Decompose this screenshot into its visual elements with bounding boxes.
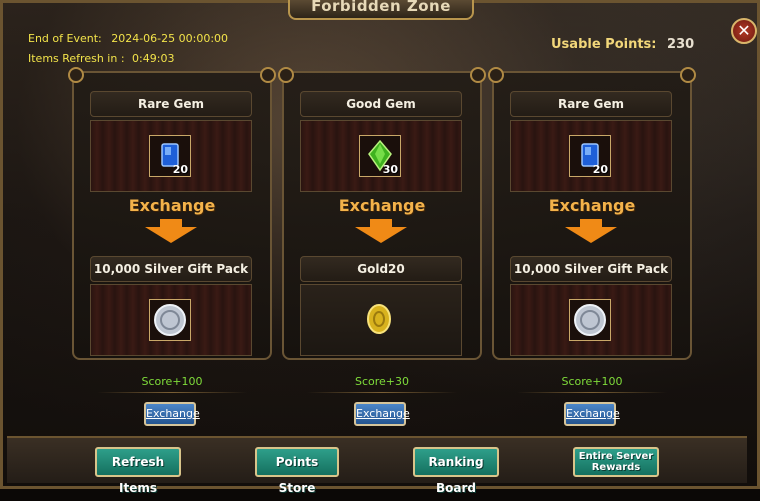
give-item-qty: 20 bbox=[592, 163, 608, 176]
gold-coin-icon bbox=[367, 304, 391, 334]
arrow-stem bbox=[370, 219, 392, 227]
refresh-label: Items Refresh in : bbox=[28, 52, 125, 65]
get-item-slot bbox=[510, 284, 672, 356]
divider bbox=[307, 392, 457, 393]
give-item-frame[interactable]: 30 bbox=[359, 135, 401, 177]
arrow-stem bbox=[580, 219, 602, 227]
give-item-qty: 20 bbox=[172, 163, 188, 176]
refresh-info: Items Refresh in : 0:49:03 bbox=[28, 52, 174, 65]
give-item-qty: 30 bbox=[382, 163, 398, 176]
down-arrow-icon bbox=[145, 227, 197, 243]
get-item-name: 10,000 Silver Gift Pack bbox=[90, 256, 252, 282]
arrow-stem bbox=[160, 219, 182, 227]
points-store-button[interactable]: Points Store bbox=[255, 447, 339, 495]
divider bbox=[97, 392, 247, 393]
silver-coin-icon bbox=[574, 304, 606, 336]
give-item-name: Good Gem bbox=[300, 91, 462, 117]
usable-points-label: Usable Points: bbox=[551, 37, 657, 52]
score-reward-2: Score+30 bbox=[354, 375, 410, 388]
rewards-line-1: Entire Server bbox=[578, 451, 654, 462]
close-button[interactable]: ✕ bbox=[731, 18, 757, 44]
exchange-button-2[interactable]: Exchange bbox=[354, 402, 410, 426]
usable-points-value: 230 bbox=[667, 37, 695, 52]
get-item-name: Gold20 bbox=[300, 256, 462, 282]
rewards-line-2: Rewards bbox=[591, 462, 641, 473]
exchange-card-3: Rare Gem 20 Exchange 10,000 Silver Gift … bbox=[488, 67, 696, 360]
give-item-slot: 20 bbox=[90, 120, 252, 192]
event-end-value: 2024-06-25 00:00:00 bbox=[111, 32, 229, 45]
give-item-slot: 30 bbox=[300, 120, 462, 192]
exchange-button-3[interactable]: Exchange bbox=[564, 402, 620, 426]
get-item-frame[interactable] bbox=[359, 299, 401, 341]
divider bbox=[517, 392, 667, 393]
give-item-frame[interactable]: 20 bbox=[149, 135, 191, 177]
score-reward-3: Score+100 bbox=[561, 375, 623, 388]
get-item-frame[interactable] bbox=[569, 299, 611, 341]
exchange-card-1: Rare Gem 20 Exchange 10,000 Silver Gift … bbox=[68, 67, 276, 360]
get-item-slot bbox=[90, 284, 252, 356]
silver-coin-icon bbox=[154, 304, 186, 336]
down-arrow-icon bbox=[355, 227, 407, 243]
give-item-slot: 20 bbox=[510, 120, 672, 192]
score-reward-1: Score+100 bbox=[141, 375, 203, 388]
down-arrow-icon bbox=[565, 227, 617, 243]
usable-points: Usable Points: 230 bbox=[551, 37, 694, 52]
give-item-name: Rare Gem bbox=[510, 91, 672, 117]
close-icon: ✕ bbox=[737, 21, 751, 40]
window-title-tab: Forbidden Zone bbox=[288, 0, 474, 20]
get-item-frame[interactable] bbox=[149, 299, 191, 341]
entire-server-rewards-button[interactable]: Entire Server Rewards bbox=[573, 447, 659, 477]
give-item-name: Rare Gem bbox=[90, 91, 252, 117]
ranking-board-button[interactable]: Ranking Board bbox=[413, 447, 499, 495]
refresh-countdown: 0:49:03 bbox=[132, 52, 175, 65]
get-item-slot bbox=[300, 284, 462, 356]
give-item-frame[interactable]: 20 bbox=[569, 135, 611, 177]
exchange-label: Exchange bbox=[548, 196, 636, 215]
window-title: Forbidden Zone bbox=[311, 0, 451, 15]
event-end-label: End of Event: bbox=[28, 32, 102, 45]
exchange-label: Exchange bbox=[338, 196, 426, 215]
refresh-items-button[interactable]: Refresh Items bbox=[95, 447, 181, 495]
exchange-button-1[interactable]: Exchange bbox=[144, 402, 200, 426]
event-end-info: End of Event: 2024-06-25 00:00:00 bbox=[28, 32, 228, 45]
get-item-name: 10,000 Silver Gift Pack bbox=[510, 256, 672, 282]
exchange-label: Exchange bbox=[128, 196, 216, 215]
exchange-card-2: Good Gem 30 Exchange Gold20 bbox=[278, 67, 486, 360]
